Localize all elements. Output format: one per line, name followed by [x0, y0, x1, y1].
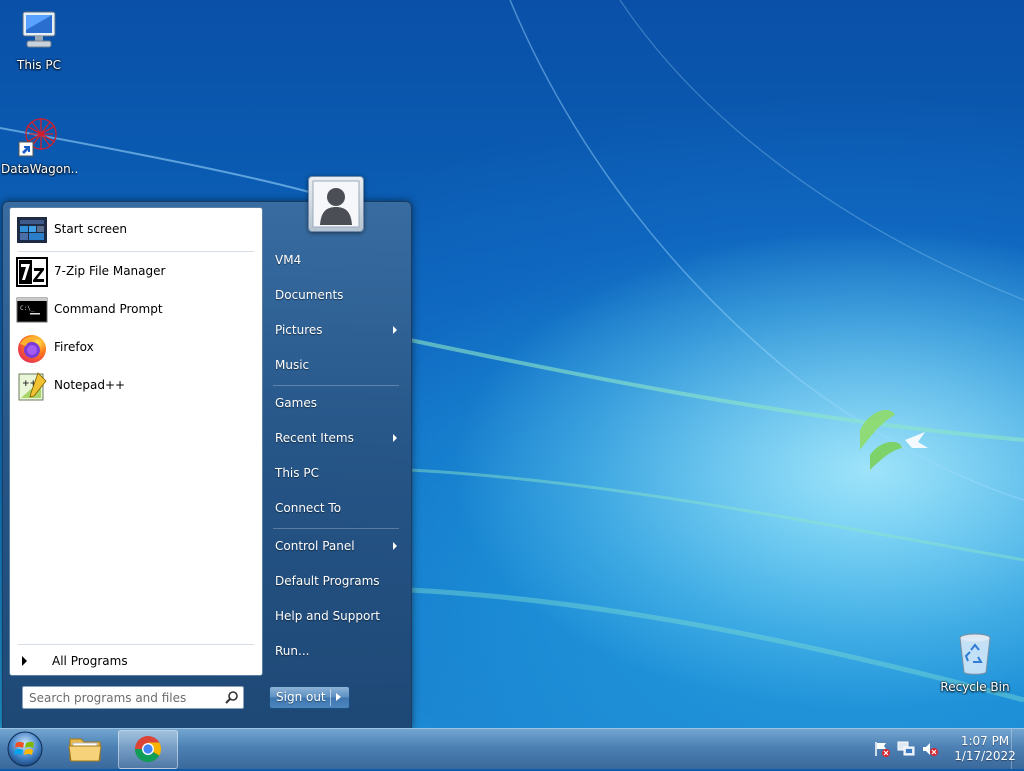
system-tray: 1:07 PM 1/17/2022	[868, 729, 1024, 769]
right-item-label: Music	[275, 358, 310, 372]
right-item-label: This PC	[275, 466, 319, 480]
right-item-this-pc[interactable]: This PC	[269, 459, 405, 487]
right-item-label: Recent Items	[275, 431, 354, 445]
right-item-user-folder[interactable]: VM4	[269, 246, 405, 274]
7zip-icon	[16, 257, 48, 287]
datawagon-shortcut-icon	[18, 118, 57, 157]
start-menu-programs-pane: Start screen 7-Zip File Manager C:\_ Com…	[9, 207, 263, 676]
right-item-label: Games	[275, 396, 317, 410]
program-label: Start screen	[54, 222, 128, 236]
taskbar-chrome-button[interactable]	[118, 730, 178, 769]
right-pane-separator	[273, 385, 399, 386]
this-pc-desktop-icon[interactable]: This PC	[1, 8, 77, 73]
monitor-icon	[22, 11, 56, 48]
network-icon[interactable]	[897, 741, 915, 757]
submenu-arrow-icon	[393, 326, 397, 334]
all-programs-label: All Programs	[52, 654, 128, 668]
program-item-notepadpp[interactable]: ++ Notepad++	[14, 370, 258, 402]
all-programs-separator	[18, 644, 254, 645]
right-item-connect-to[interactable]: Connect To	[269, 494, 405, 522]
power-options-arrow-icon[interactable]	[336, 693, 341, 701]
search-input[interactable]	[27, 689, 219, 707]
right-item-label: Run...	[275, 644, 310, 658]
right-item-label: Control Panel	[275, 539, 355, 553]
all-programs-button[interactable]: All Programs	[14, 650, 258, 672]
show-desktop-button[interactable]	[1011, 729, 1024, 769]
desktop-icon-label: DataWagon...	[1, 162, 77, 176]
recycle-bin-icon	[959, 633, 991, 675]
program-item-command-prompt[interactable]: C:\_ Command Prompt	[14, 294, 258, 326]
desktop-icon-label: This PC	[17, 58, 61, 72]
right-item-label: Connect To	[275, 501, 342, 515]
sign-out-label: Sign out	[276, 690, 326, 704]
right-item-music[interactable]: Music	[269, 351, 405, 379]
user-account-picture[interactable]	[308, 176, 364, 232]
right-item-documents[interactable]: Documents	[269, 281, 405, 309]
program-label: Notepad++	[54, 378, 126, 392]
program-label: Firefox	[54, 340, 94, 354]
datawagon-desktop-icon[interactable]: DataWagon...	[1, 112, 77, 177]
start-menu: Start screen 7-Zip File Manager C:\_ Com…	[2, 201, 412, 729]
right-item-label: Default Programs	[275, 574, 380, 588]
taskbar-file-explorer-button[interactable]	[56, 730, 114, 767]
right-item-label: Documents	[275, 288, 344, 302]
start-screen-icon	[17, 217, 47, 243]
right-item-default-programs[interactable]: Default Programs	[269, 567, 405, 595]
submenu-arrow-icon	[393, 434, 397, 442]
program-item-7zip[interactable]: 7-Zip File Manager	[14, 256, 258, 288]
sign-out-divider	[330, 689, 331, 706]
start-search-box[interactable]	[22, 686, 244, 709]
submenu-arrow-icon	[393, 542, 397, 550]
folder-icon	[68, 738, 102, 762]
program-label: 7-Zip File Manager	[54, 264, 166, 278]
chrome-icon	[135, 736, 162, 763]
notepadpp-icon: ++	[18, 372, 47, 401]
svg-text:C:\_: C:\_	[20, 305, 35, 312]
sign-out-button[interactable]: Sign out	[269, 686, 350, 709]
program-item-firefox[interactable]: Firefox	[14, 332, 258, 364]
recycle-bin-desktop-icon[interactable]: Recycle Bin	[937, 630, 1013, 695]
action-center-flag-icon[interactable]	[873, 741, 891, 757]
desktop-icon-label: Recycle Bin	[940, 680, 1010, 694]
right-item-control-panel[interactable]: Control Panel	[269, 532, 405, 560]
triangle-right-icon	[22, 656, 27, 666]
right-item-help-and-support[interactable]: Help and Support	[269, 602, 405, 630]
right-item-label: Pictures	[275, 323, 323, 337]
right-item-pictures[interactable]: Pictures	[269, 316, 405, 344]
program-label: Command Prompt	[54, 302, 163, 316]
program-item-start-screen[interactable]: Start screen	[14, 214, 258, 246]
leaf-bird-motif	[860, 410, 928, 470]
volume-muted-icon[interactable]	[921, 741, 939, 757]
windows-start-orb-icon[interactable]	[5, 730, 45, 768]
right-item-run[interactable]: Run...	[269, 637, 405, 665]
firefox-icon	[18, 335, 46, 363]
right-item-recent-items[interactable]: Recent Items	[269, 424, 405, 452]
right-item-label: VM4	[275, 253, 302, 267]
search-icon[interactable]	[225, 690, 239, 704]
cmd-icon: C:\_	[16, 297, 48, 323]
taskbar: 1:07 PM 1/17/2022	[0, 728, 1024, 769]
right-pane-separator	[273, 528, 399, 529]
right-item-label: Help and Support	[275, 609, 380, 623]
user-silhouette-icon	[312, 180, 360, 228]
right-item-games[interactable]: Games	[269, 389, 405, 417]
programs-separator	[18, 251, 254, 252]
